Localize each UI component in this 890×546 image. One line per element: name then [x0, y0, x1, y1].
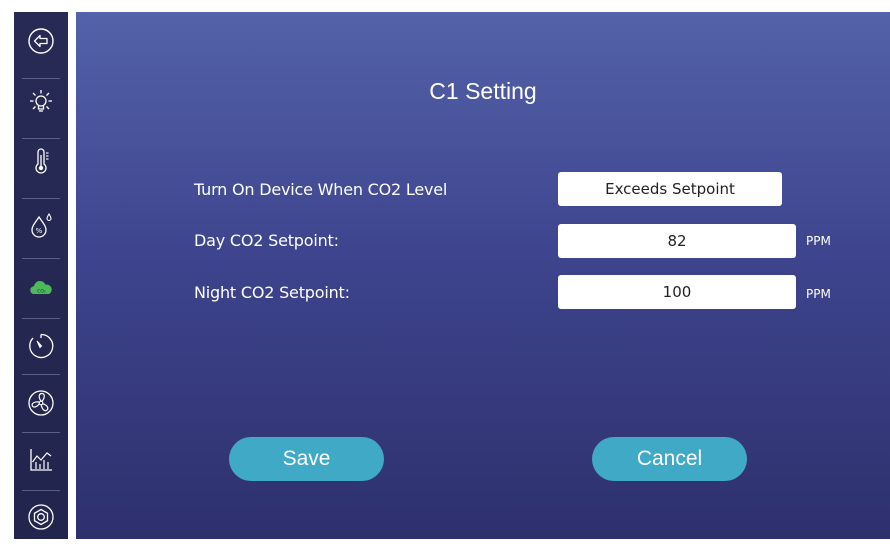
page-title: C1 Setting	[429, 78, 537, 104]
app-frame: % CO₂ C1 Setting Turn On Device When CO2…	[14, 12, 890, 539]
sidebar-item-chart[interactable]	[14, 431, 68, 489]
day-setpoint-input[interactable]: 82	[558, 224, 796, 258]
fan-icon	[28, 390, 54, 416]
humidity-drop-icon: %	[31, 212, 52, 238]
co2-cloud-icon: CO₂	[30, 280, 52, 295]
cancel-button[interactable]: Cancel	[592, 437, 747, 481]
sidebar-item-settings[interactable]	[14, 488, 68, 546]
sidebar-item-humidity[interactable]: %	[14, 197, 68, 255]
sidebar-item-temperature[interactable]	[14, 133, 68, 191]
sidebar-item-co2[interactable]: CO₂	[14, 259, 68, 317]
settings-icon	[28, 504, 54, 530]
sidebar-item-light[interactable]	[14, 73, 68, 131]
night-unit-label: PPM	[806, 287, 831, 301]
thermometer-icon	[35, 148, 49, 174]
timer-icon	[29, 333, 54, 359]
svg-text:CO₂: CO₂	[37, 289, 46, 295]
sidebar-item-fan[interactable]	[14, 374, 68, 432]
back-arrow-icon	[28, 28, 54, 54]
sidebar: % CO₂	[14, 12, 68, 539]
chart-icon	[30, 449, 52, 471]
night-setpoint-label: Night CO2 Setpoint:	[194, 283, 350, 302]
night-setpoint-input[interactable]: 100	[558, 275, 796, 309]
svg-text:%: %	[36, 227, 43, 235]
sidebar-item-back[interactable]	[14, 12, 68, 70]
main-panel: C1 Setting Turn On Device When CO2 Level…	[76, 12, 890, 539]
save-button[interactable]: Save	[229, 437, 384, 481]
mode-label: Turn On Device When CO2 Level	[194, 180, 448, 199]
day-setpoint-label: Day CO2 Setpoint:	[194, 231, 339, 250]
sidebar-item-timer[interactable]	[14, 317, 68, 375]
day-unit-label: PPM	[806, 234, 831, 248]
mode-select[interactable]: Exceeds Setpoint	[558, 172, 782, 206]
light-bulb-icon	[30, 90, 52, 112]
